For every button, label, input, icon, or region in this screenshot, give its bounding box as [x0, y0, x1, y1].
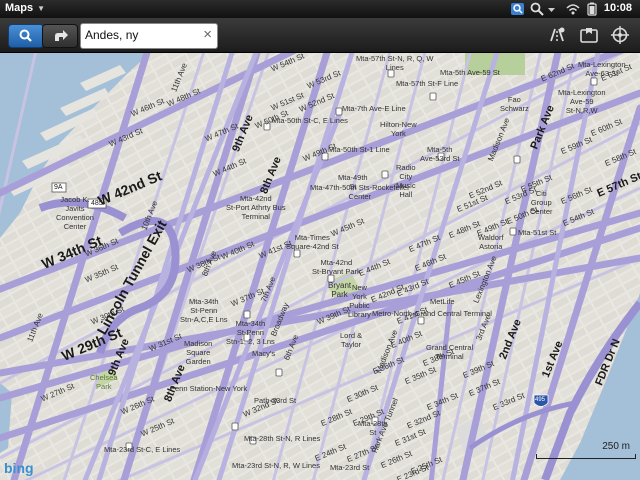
poi-42nd-bryant[interactable]: Mta-42nd St-Bryant Park: [312, 258, 361, 276]
app-name: Maps: [5, 2, 34, 14]
traffic-icon[interactable]: [546, 25, 568, 45]
wifi-icon: [566, 4, 580, 15]
bing-logo: bing: [4, 460, 34, 476]
poi-grand-central[interactable]: Grand Central Terminal: [426, 343, 473, 361]
poi-mta-5th-59[interactable]: Mta-5th Ave-59 St: [440, 68, 500, 77]
search-input[interactable]: [85, 27, 197, 43]
poi-hilton[interactable]: Hilton-New York: [380, 120, 417, 138]
poi-mta-57th-nrqw[interactable]: Mta-57th St-N, R, Q, W Lines: [356, 54, 434, 72]
poi-mta-50th-ce[interactable]: Mta-50th St-C, E Lines: [272, 116, 348, 125]
poi-mta-23rd-nrw[interactable]: Mta-23rd St-N, R, W Lines: [232, 461, 320, 470]
poi-metlife[interactable]: MetLife: [430, 297, 455, 306]
directions-icon: [55, 30, 68, 41]
search-notification-icon[interactable]: [510, 2, 526, 16]
locate-icon[interactable]: [609, 25, 631, 45]
poi-mta-34th-123[interactable]: Mta-34th St-Penn Stn-1, 2, 3 Lns: [226, 319, 275, 346]
poi-mta-lex-63[interactable]: Mta-Lexington Ave-63 St: [578, 60, 626, 78]
poi-metro-north[interactable]: Metro-North-Grand Central Terminal: [372, 309, 492, 318]
clear-icon[interactable]: ×: [203, 26, 212, 44]
map-view[interactable]: W 42nd St W 34th St Lincoln Tunnel Exit …: [0, 53, 640, 480]
poi-citi-group-center[interactable]: Citi Group Center: [530, 189, 553, 216]
poi-penn-station[interactable]: Penn Station-New York: [170, 384, 247, 393]
poi-fao-schwarz[interactable]: Fao Schwarz: [500, 95, 529, 113]
poi-mta-57th-f[interactable]: Mta-57th St-F Line: [396, 79, 458, 88]
poi-macys[interactable]: Macy's: [252, 349, 275, 358]
route-badge-9a-label: 9A: [54, 184, 63, 191]
scale-label: 250 m: [602, 441, 630, 452]
poi-mta-28th-nr[interactable]: Mta-28th St-N, R Lines: [244, 434, 320, 443]
toolbar: ×: [0, 18, 640, 53]
poi-path-33rd[interactable]: Path-33rd St: [254, 396, 296, 405]
dropdown-caret-icon[interactable]: [547, 2, 556, 16]
app-menu[interactable]: Maps ▼: [5, 2, 45, 14]
poi-mta-28th[interactable]: Mta-28th St: [358, 419, 388, 437]
poi-ny-public-library[interactable]: New York Public Library: [348, 283, 371, 319]
clock: 10:08: [603, 2, 632, 14]
app-menu-caret-icon: ▼: [37, 4, 46, 13]
poi-mta-7th-ave[interactable]: Mta-7th Ave-E Line: [342, 104, 406, 113]
route-badge-485-label: 485: [91, 200, 103, 207]
search-icon: [19, 29, 32, 42]
poi-mta-49th[interactable]: Mta-49th St: [338, 173, 368, 191]
poi-mta-5th-53rd[interactable]: Mta-5th Ave-53rd St: [420, 145, 459, 163]
poi-waldorf-astoria[interactable]: Waldorf Astoria: [478, 233, 504, 251]
search-button[interactable]: [8, 24, 44, 48]
poi-mta-lex-59[interactable]: Mta-Lexington Ave-59 St-N,R,W: [558, 88, 606, 115]
poi-mta-34th-ace[interactable]: Mta-34th St-Penn Stn-A,C,E Lns: [180, 297, 228, 324]
scale-bar: 250 m: [536, 441, 636, 461]
poi-mta-23rd[interactable]: Mta-23rd St: [330, 463, 369, 472]
interstate-shield-label: 495: [535, 397, 546, 403]
poi-mta-51st[interactable]: Mta-51st St: [518, 228, 556, 237]
poi-times-square[interactable]: Mta-Times Square-42nd St: [286, 233, 339, 251]
bookmark-icon[interactable]: [578, 25, 600, 45]
scale-bar-line: [536, 454, 636, 459]
poi-javits-center[interactable]: Jacob K. Javits Convention Center: [56, 195, 94, 231]
poi-mta-50th-1[interactable]: Mta-50th St-1 Line: [328, 145, 390, 154]
search-icon[interactable]: [530, 2, 544, 16]
poi-madison-square-garden[interactable]: Madison Square Garden: [184, 339, 212, 366]
poi-lord-taylor[interactable]: Lord & Taylor: [340, 331, 362, 349]
status-bar: Maps ▼ 10:08: [0, 0, 640, 18]
directions-button[interactable]: [42, 24, 78, 48]
search-field[interactable]: ×: [80, 23, 218, 49]
poi-mta-23rd-ce[interactable]: Mta-23rd St-C, E Lines: [104, 445, 180, 454]
battery-icon: [587, 2, 597, 16]
poi-chelsea-park[interactable]: Chelsea Park: [90, 373, 118, 391]
poi-port-authority[interactable]: Mta-42nd St-Port Athrty Bus Terminal: [226, 194, 286, 221]
